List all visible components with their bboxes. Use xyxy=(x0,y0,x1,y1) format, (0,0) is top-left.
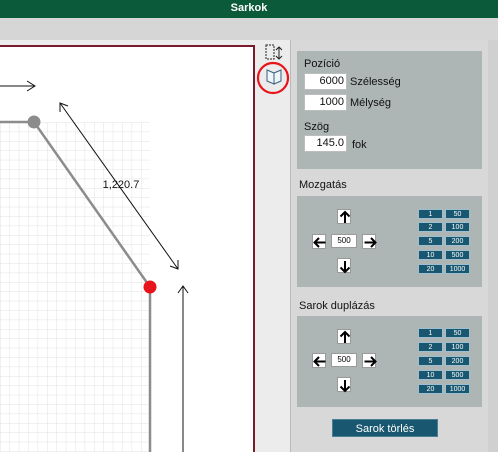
move-right-button[interactable] xyxy=(362,234,377,249)
corner-handle-selected[interactable] xyxy=(143,280,157,294)
move-preset-button[interactable]: 50 xyxy=(445,209,470,219)
move-preset-button[interactable]: 500 xyxy=(445,250,470,260)
arrow-down-icon xyxy=(339,380,351,393)
top-strip xyxy=(0,18,498,40)
duplicate-preset-button[interactable]: 20 xyxy=(418,384,443,394)
duplicate-preset-button[interactable]: 1000 xyxy=(445,384,470,394)
duplicate-preset-button[interactable]: 500 xyxy=(445,370,470,380)
move-down-button[interactable] xyxy=(337,258,351,274)
arrow-up-icon xyxy=(339,330,351,343)
width-label: Szélesség xyxy=(350,76,401,88)
arrow-down-icon xyxy=(339,261,351,274)
duplicate-left-button[interactable] xyxy=(312,353,326,368)
duplicate-preset-button[interactable]: 10 xyxy=(418,370,443,380)
duplicate-heading: Sarok duplázás xyxy=(299,300,375,312)
drawing-canvas[interactable]: 1,220.7 xyxy=(0,45,255,452)
duplicate-preset-button[interactable]: 2 xyxy=(418,342,443,352)
move-left-button[interactable] xyxy=(312,234,326,249)
duplicate-up-button[interactable] xyxy=(337,329,351,344)
window-title: Sarkok xyxy=(230,2,268,14)
fit-view-tool[interactable] xyxy=(263,43,285,63)
angle-input[interactable]: 145.0 xyxy=(304,135,347,152)
title-bar: Sarkok xyxy=(0,0,498,18)
duplicate-down-button[interactable] xyxy=(337,377,351,393)
duplicate-preset-button[interactable]: 100 xyxy=(445,342,470,352)
move-preset-button[interactable]: 100 xyxy=(445,222,470,232)
position-heading: Pozíció xyxy=(304,58,341,70)
delete-corner-button[interactable]: Sarok törlés xyxy=(332,419,438,437)
move-heading: Mozgatás xyxy=(299,179,347,191)
arrow-right-icon xyxy=(364,356,377,367)
arrow-up-icon xyxy=(339,210,351,223)
fit-view-icon xyxy=(265,44,283,60)
duplicate-preset-button[interactable]: 1 xyxy=(418,328,443,338)
grid xyxy=(0,122,150,452)
move-step-value[interactable]: 500 xyxy=(331,234,357,248)
dimension-label: 1,220.7 xyxy=(103,179,140,191)
arrow-left-icon xyxy=(313,237,326,248)
move-preset-button[interactable]: 2 xyxy=(418,222,443,232)
arrow-left-icon xyxy=(313,356,326,367)
duplicate-preset-button[interactable]: 200 xyxy=(445,356,470,366)
drawing-svg: 1,220.7 xyxy=(0,80,189,452)
angle-heading: Szög xyxy=(304,121,330,133)
move-preset-button[interactable]: 1 xyxy=(418,209,443,219)
highlight-circle xyxy=(256,61,290,95)
angle-unit: fok xyxy=(352,139,367,151)
move-preset-button[interactable]: 10 xyxy=(418,250,443,260)
move-preset-button[interactable]: 5 xyxy=(418,236,443,246)
duplicate-preset-button[interactable]: 5 xyxy=(418,356,443,366)
depth-input[interactable]: 1000 xyxy=(304,94,347,111)
depth-label: Mélység xyxy=(350,97,391,109)
scrollbar[interactable] xyxy=(488,40,498,452)
arrow-right-icon xyxy=(364,237,377,248)
corner-handle[interactable] xyxy=(27,115,41,129)
duplicate-step-value[interactable]: 500 xyxy=(331,353,357,367)
move-preset-button[interactable]: 1000 xyxy=(445,264,470,274)
move-preset-button[interactable]: 20 xyxy=(418,264,443,274)
width-input[interactable]: 6000 xyxy=(304,73,347,90)
duplicate-preset-button[interactable]: 50 xyxy=(445,328,470,338)
move-up-button[interactable] xyxy=(337,209,351,224)
duplicate-right-button[interactable] xyxy=(362,353,377,368)
move-preset-button[interactable]: 200 xyxy=(445,236,470,246)
